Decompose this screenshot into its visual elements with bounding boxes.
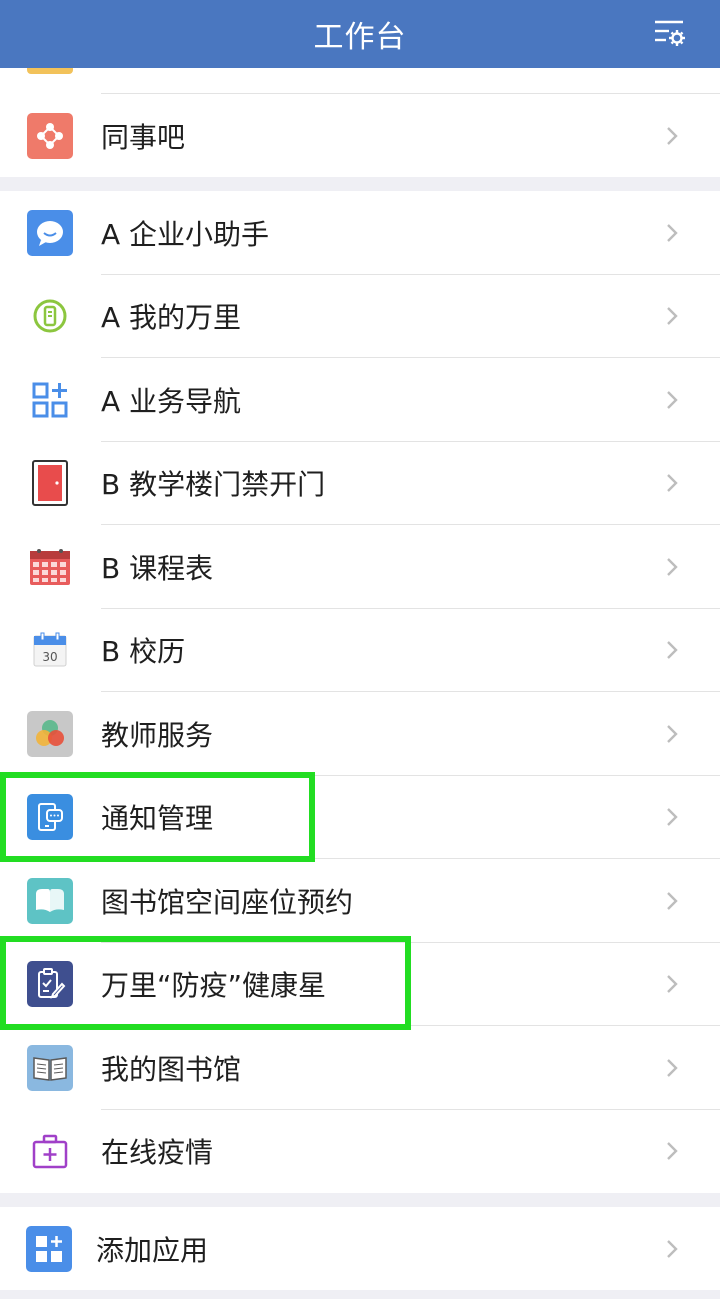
chevron-right-icon	[667, 724, 678, 743]
list-item-business-navigation[interactable]: A 业务导航	[0, 358, 720, 442]
list-item-label: B 教学楼门禁开门	[101, 468, 326, 502]
circles-icon	[27, 710, 73, 757]
chevron-right-icon	[667, 474, 678, 493]
chevron-right-icon	[667, 1058, 678, 1077]
list-settings-icon[interactable]	[652, 16, 688, 52]
add-app-icon	[26, 1225, 72, 1272]
list-item-health-star[interactable]: 万里“防疫”健康星	[0, 943, 720, 1026]
chevron-right-icon	[667, 808, 678, 827]
phone-message-icon	[27, 794, 73, 841]
chevron-right-icon	[667, 390, 678, 409]
list-item-label: 在线疫情	[101, 1136, 214, 1170]
chevron-right-icon	[667, 1239, 678, 1258]
calendar-icon: 30	[27, 627, 73, 674]
list-item-colleague-forum[interactable]: 同事吧	[0, 94, 720, 178]
chevron-right-icon	[667, 1142, 678, 1161]
chevron-right-icon	[667, 126, 678, 145]
list-item-school-calendar[interactable]: 30 B 校历	[0, 609, 720, 692]
grid-plus-icon	[27, 376, 73, 423]
list-item-label: A 企业小助手	[101, 217, 270, 251]
list-item-my-wanli[interactable]: A 我的万里	[0, 275, 720, 358]
clipboard-edit-icon	[27, 961, 73, 1008]
door-icon	[27, 460, 73, 507]
list-item-label: 添加应用	[96, 1233, 209, 1267]
chevron-right-icon	[667, 223, 678, 242]
chevron-right-icon	[667, 557, 678, 576]
badge-icon	[27, 293, 73, 340]
list-item-building-door[interactable]: B 教学楼门禁开门	[0, 442, 720, 525]
list-item-library-seat-reservation[interactable]: 图书馆空间座位预约	[0, 859, 720, 943]
list-item-add-app[interactable]: 添加应用	[0, 1207, 720, 1290]
chevron-right-icon	[667, 641, 678, 660]
share-nodes-icon	[27, 112, 73, 159]
app-list-section-2: A 企业小助手 A 我的万里 A 业务导航 B 教学楼门禁开门 B 课程表 30…	[0, 191, 720, 1193]
chevron-right-icon	[667, 975, 678, 994]
list-item-label: 通知管理	[101, 802, 214, 836]
list-item-label: 我的图书馆	[101, 1052, 242, 1086]
list-item-timetable[interactable]: B 课程表	[0, 525, 720, 609]
list-item-assistant[interactable]: A 企业小助手	[0, 191, 720, 275]
page-title: 工作台	[313, 20, 407, 55]
list-item-label: 万里“防疫”健康星	[101, 969, 327, 1003]
list-item-notification-management[interactable]: 通知管理	[0, 776, 720, 859]
list-item-label: 教师服务	[101, 718, 214, 752]
seat-icon	[27, 877, 73, 924]
list-item-label: 图书馆空间座位预约	[101, 885, 354, 919]
chat-bubble-icon	[27, 209, 73, 256]
chevron-right-icon	[667, 891, 678, 910]
list-item-label: B 课程表	[101, 551, 214, 585]
list-item-online-epidemic[interactable]: 在线疫情	[0, 1110, 720, 1194]
book-icon	[27, 1044, 73, 1091]
app-list-section-3: 添加应用	[0, 1207, 720, 1290]
list-item-label: A 业务导航	[101, 384, 242, 418]
medical-kit-icon	[27, 1128, 73, 1175]
chevron-right-icon	[667, 307, 678, 326]
list-item-label: B 校历	[101, 635, 186, 669]
app-list-section-1: 同事吧	[0, 50, 720, 177]
list-item-label: A 我的万里	[101, 301, 242, 335]
list-item-label: 同事吧	[101, 120, 186, 154]
list-item-my-library[interactable]: 我的图书馆	[0, 1026, 720, 1110]
calendar-table-icon	[27, 543, 73, 590]
list-item-teacher-services[interactable]: 教师服务	[0, 692, 720, 776]
top-bar: 工作台	[0, 0, 720, 68]
svg-text:30: 30	[42, 650, 57, 664]
